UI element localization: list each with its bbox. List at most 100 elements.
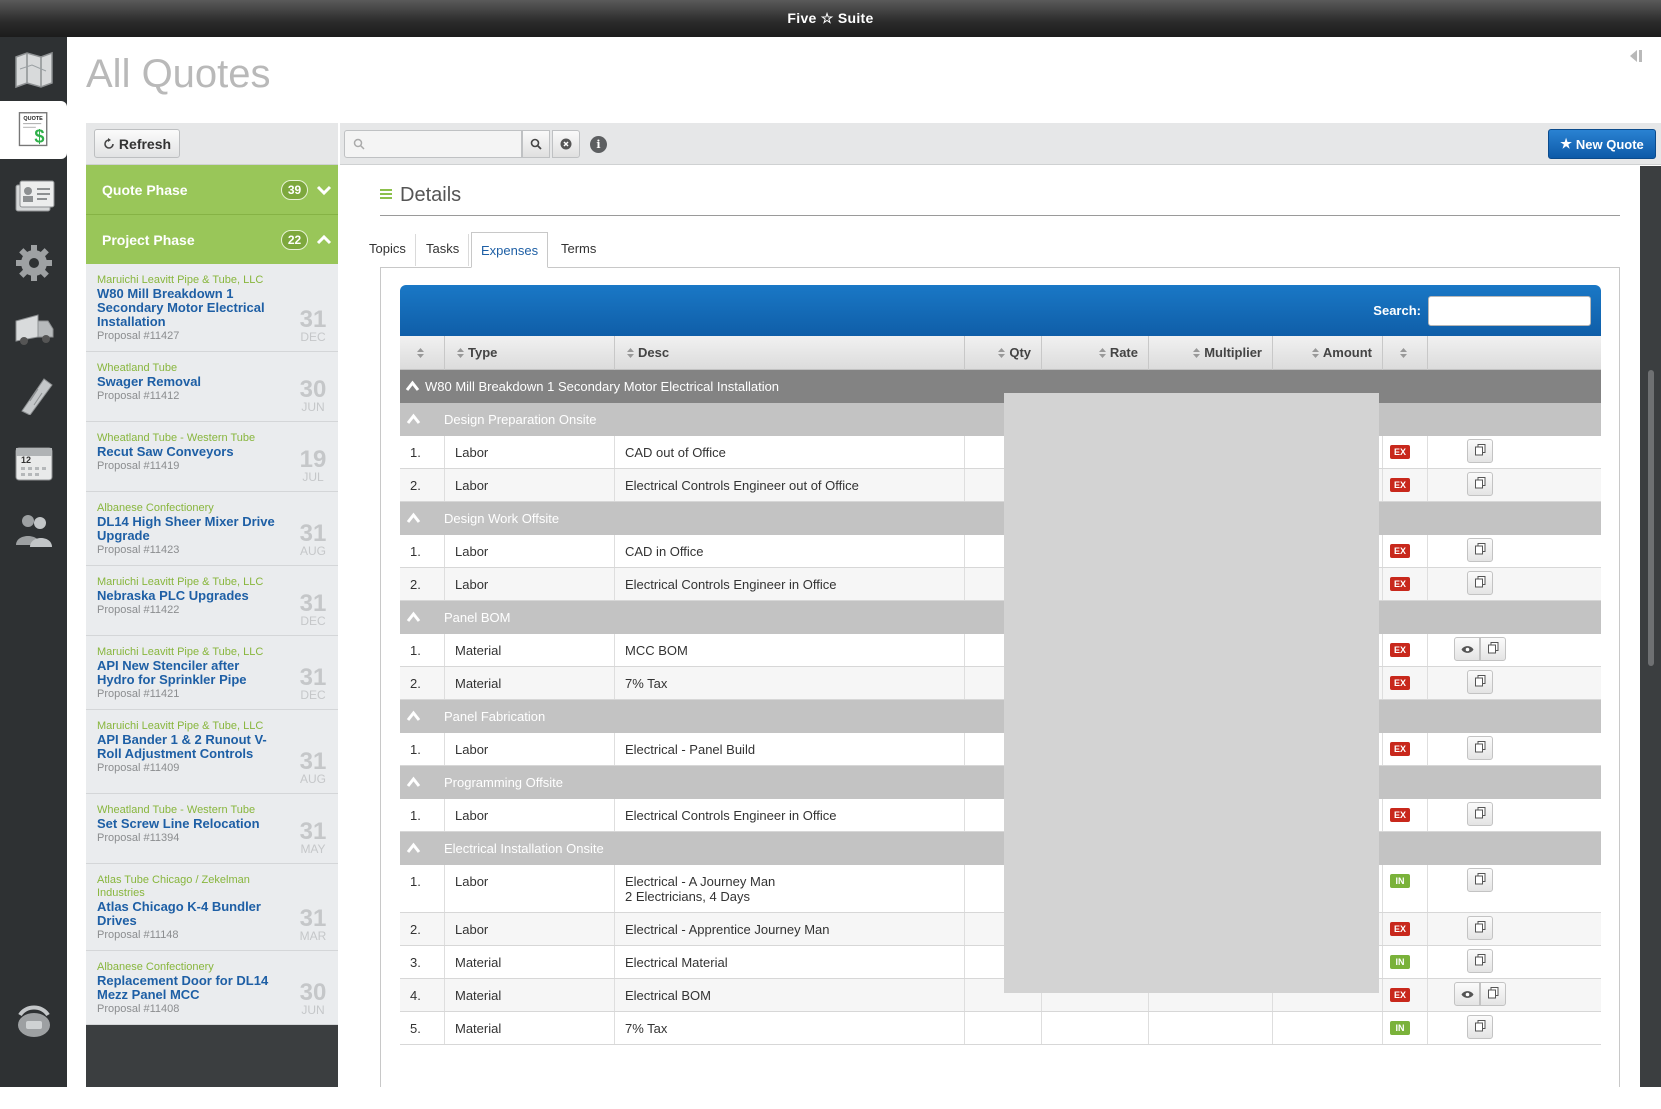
expense-row[interactable]: 2. Labor Electrical - Apprentice Journey M… — [400, 913, 1601, 946]
view-button[interactable] — [1454, 637, 1480, 661]
col-header-multiplier[interactable]: Multiplier — [1149, 336, 1273, 370]
phase-quote[interactable]: Quote Phase 39 — [86, 165, 338, 215]
quote-title[interactable]: Set Screw Line Relocation — [97, 817, 278, 831]
dock-item-blueprints[interactable] — [0, 365, 67, 425]
grid-search-input[interactable] — [1428, 296, 1591, 326]
quote-list-item[interactable]: Maruichi Leavitt Pipe & Tube, LLC API Ban… — [86, 710, 338, 794]
copy-button[interactable] — [1467, 736, 1493, 760]
included-badge[interactable]: IN — [1390, 874, 1410, 888]
refresh-button[interactable]: Refresh — [94, 129, 180, 158]
search-input[interactable] — [344, 130, 522, 158]
tab-terms[interactable]: Terms — [552, 234, 605, 266]
excluded-badge[interactable]: EX — [1390, 676, 1410, 690]
chevron-up-icon[interactable] — [406, 776, 421, 788]
quote-title[interactable]: Nebraska PLC Upgrades — [97, 589, 278, 603]
quote-title[interactable]: API New Stenciler after Hydro for Sprink… — [97, 659, 278, 687]
chevron-up-icon[interactable] — [406, 611, 421, 623]
excluded-badge[interactable]: EX — [1390, 922, 1410, 936]
dock-item-calendar[interactable]: 12 — [0, 433, 67, 493]
new-quote-button[interactable]: ★ New Quote — [1548, 129, 1656, 159]
quote-list-item[interactable]: Albanese Confectionery DL14 High Sheer Mi… — [86, 492, 338, 566]
quote-list-item[interactable]: Atlas Tube Chicago / Zekelman Industries… — [86, 864, 338, 951]
col-header-rate[interactable]: Rate — [1042, 336, 1149, 370]
quote-title[interactable]: API Bander 1 & 2 Runout V-Roll Adjustmen… — [97, 733, 278, 761]
quote-title[interactable]: Swager Removal — [97, 375, 278, 389]
quote-list-item[interactable]: Albanese Confectionery Replacement Door f… — [86, 951, 338, 1025]
copy-button[interactable] — [1467, 802, 1493, 826]
quote-title[interactable]: Replacement Door for DL14 Mezz Panel MCC — [97, 974, 278, 1002]
copy-button[interactable] — [1467, 571, 1493, 595]
group-row[interactable]: Electrical Installation Onsite — [400, 832, 1601, 865]
excluded-badge[interactable]: EX — [1390, 742, 1410, 756]
copy-button[interactable] — [1467, 949, 1493, 973]
dock-item-phone[interactable] — [0, 991, 67, 1051]
col-header-flag[interactable] — [1383, 336, 1428, 370]
chevron-up-icon[interactable] — [406, 842, 421, 854]
copy-button[interactable] — [1467, 868, 1493, 892]
tab-tasks[interactable]: Tasks — [417, 234, 470, 266]
dock-item-delivery[interactable] — [0, 299, 67, 359]
group-row[interactable]: Design Preparation Onsite — [400, 403, 1601, 436]
dock-item-quotes[interactable]: QUOTE $ — [0, 101, 67, 159]
chevron-up-icon[interactable] — [406, 710, 421, 722]
expense-row[interactable]: 4. Material Electrical BOM EX — [400, 979, 1601, 1012]
copy-button[interactable] — [1467, 472, 1493, 496]
quote-list-item[interactable]: Wheatland Tube Swager Removal Proposal #11… — [86, 352, 338, 422]
expense-row[interactable]: 3. Material Electrical Material IN — [400, 946, 1601, 979]
expense-row[interactable]: 1. Labor CAD in Office EX — [400, 535, 1601, 568]
quote-title[interactable]: DL14 High Sheer Mixer Drive Upgrade — [97, 515, 278, 543]
copy-button[interactable] — [1467, 1015, 1493, 1039]
col-header-type[interactable]: Type — [445, 336, 615, 370]
col-header-index[interactable] — [400, 336, 445, 370]
expense-row[interactable]: 1. Labor Electrical Controls Engineer in O… — [400, 799, 1601, 832]
dock-item-users[interactable] — [0, 499, 67, 559]
scrollbar-thumb[interactable] — [1648, 370, 1654, 666]
expense-row[interactable]: 1. Labor CAD out of Office EX — [400, 436, 1601, 469]
excluded-badge[interactable]: EX — [1390, 988, 1410, 1002]
included-badge[interactable]: IN — [1390, 1021, 1410, 1035]
expense-row[interactable]: 2. Material 7% Tax EX — [400, 667, 1601, 700]
search-button[interactable] — [522, 130, 550, 158]
copy-button[interactable] — [1467, 916, 1493, 940]
info-icon[interactable]: i — [590, 136, 607, 153]
expense-row[interactable]: 1. Labor Electrical - A Journey Man 2 Elect… — [400, 865, 1601, 913]
expense-row[interactable]: 2. Labor Electrical Controls Engineer in O… — [400, 568, 1601, 601]
included-badge[interactable]: IN — [1390, 955, 1410, 969]
quote-list-item[interactable]: Wheatland Tube - Western Tube Recut Saw C… — [86, 422, 338, 492]
tab-expenses[interactable]: Expenses — [471, 232, 549, 268]
quote-list-item[interactable]: Maruichi Leavitt Pipe & Tube, LLC Nebrask… — [86, 566, 338, 636]
chevron-up-icon[interactable] — [406, 512, 421, 524]
expense-row[interactable]: 1. Material MCC BOM EX — [400, 634, 1601, 667]
phase-project[interactable]: Project Phase 22 — [86, 214, 338, 264]
copy-button[interactable] — [1467, 439, 1493, 463]
copy-button[interactable] — [1480, 982, 1506, 1006]
group-row[interactable]: Programming Offsite — [400, 766, 1601, 799]
expense-row[interactable]: 5. Material 7% Tax IN — [400, 1012, 1601, 1045]
group-row-project[interactable]: W80 Mill Breakdown 1 Secondary Motor Ele… — [400, 370, 1601, 403]
group-row[interactable]: Panel BOM — [400, 601, 1601, 634]
dock-item-settings[interactable] — [0, 233, 67, 293]
dock-item-contacts[interactable] — [0, 167, 67, 227]
col-header-amount[interactable]: Amount — [1273, 336, 1383, 370]
clear-search-button[interactable] — [552, 130, 580, 158]
quote-title[interactable]: Atlas Chicago K-4 Bundler Drives — [97, 900, 278, 928]
excluded-badge[interactable]: EX — [1390, 544, 1410, 558]
quote-title[interactable]: W80 Mill Breakdown 1 Secondary Motor Ele… — [97, 287, 278, 329]
group-row[interactable]: Panel Fabrication — [400, 700, 1601, 733]
view-button[interactable] — [1454, 982, 1480, 1006]
chevron-up-icon[interactable] — [406, 413, 421, 425]
excluded-badge[interactable]: EX — [1390, 478, 1410, 492]
expense-row[interactable]: 1. Labor Electrical - Panel Build EX — [400, 733, 1601, 766]
copy-button[interactable] — [1467, 670, 1493, 694]
copy-button[interactable] — [1480, 637, 1506, 661]
tab-topics[interactable]: Topics — [360, 234, 416, 266]
excluded-badge[interactable]: EX — [1390, 643, 1410, 657]
excluded-badge[interactable]: EX — [1390, 808, 1410, 822]
excluded-badge[interactable]: EX — [1390, 577, 1410, 591]
col-header-qty[interactable]: Qty — [965, 336, 1042, 370]
group-row[interactable]: Design Work Offsite — [400, 502, 1601, 535]
dock-item-map[interactable] — [0, 39, 67, 99]
quote-list-item[interactable]: Wheatland Tube - Western Tube Set Screw L… — [86, 794, 338, 864]
quote-list-item[interactable]: Maruichi Leavitt Pipe & Tube, LLC API New… — [86, 636, 338, 710]
excluded-badge[interactable]: EX — [1390, 445, 1410, 459]
